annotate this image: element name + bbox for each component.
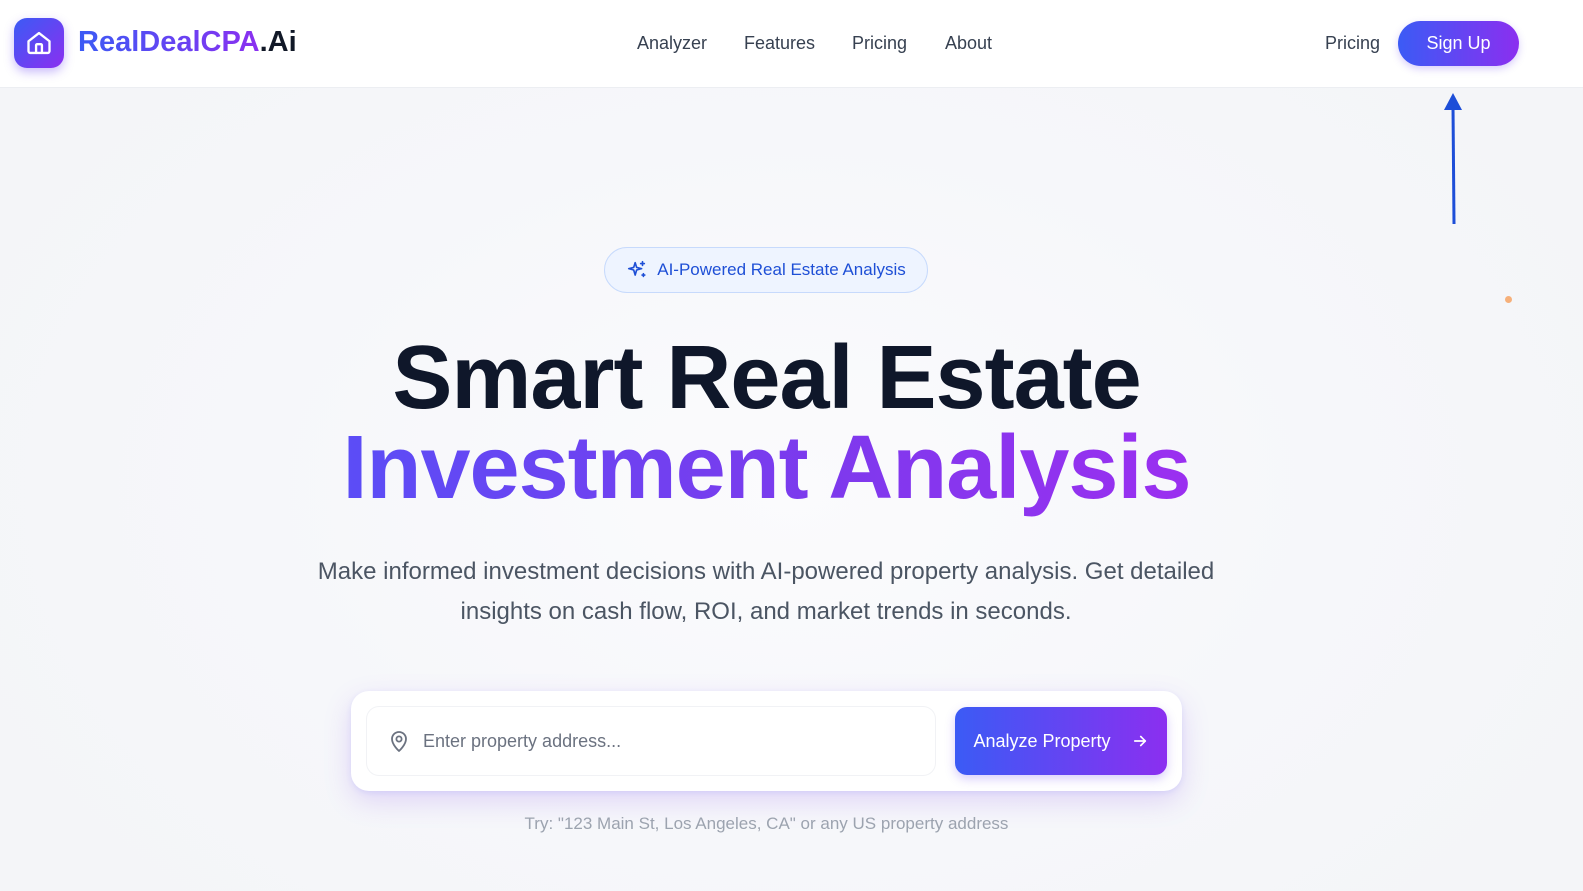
header-pricing-link[interactable]: Pricing xyxy=(1325,30,1380,56)
top-navbar: RealDealCPA.Ai Analyzer Features Pricing… xyxy=(0,0,1583,88)
badge-label: AI-Powered Real Estate Analysis xyxy=(657,260,906,279)
nav-link-about[interactable]: About xyxy=(945,30,992,56)
hero-title-line1: Smart Real Estate xyxy=(392,328,1141,428)
address-input-wrapper xyxy=(367,707,935,775)
hero-title-line2: Investment Analysis xyxy=(0,420,1533,516)
address-search-input[interactable] xyxy=(423,721,923,761)
arrow-right-icon xyxy=(1133,735,1146,747)
address-search-card: Analyze Property xyxy=(351,691,1182,791)
sign-up-button[interactable]: Sign Up xyxy=(1398,21,1519,66)
hero-title-gradient-text: Investment Analysis xyxy=(342,418,1192,518)
ai-badge: AI-Powered Real Estate Analysis xyxy=(604,247,928,293)
map-pin-icon xyxy=(391,731,407,752)
nav-link-features[interactable]: Features xyxy=(744,30,815,56)
sparkles-icon xyxy=(628,260,646,278)
analyze-property-button[interactable]: Analyze Property xyxy=(955,707,1167,775)
decorative-dot xyxy=(1505,296,1512,303)
search-hint: Try: "123 Main St, Los Angeles, CA" or a… xyxy=(524,814,1009,833)
annotation-arrow-icon xyxy=(1444,93,1462,225)
nav-link-analyzer[interactable]: Analyzer xyxy=(637,30,707,56)
analyze-property-label: Analyze Property xyxy=(973,730,1111,751)
hero-subtitle: Make informed investment decisions with … xyxy=(317,558,1215,625)
nav-link-pricing[interactable]: Pricing xyxy=(852,30,907,56)
